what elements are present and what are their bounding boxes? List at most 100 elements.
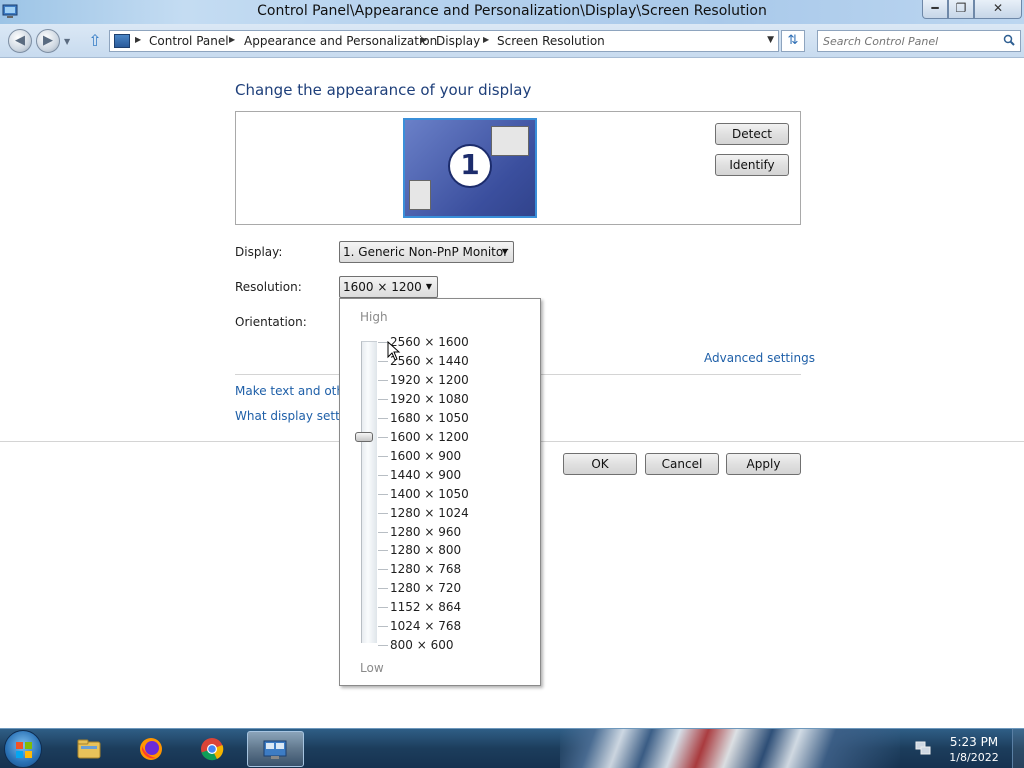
resolution-dropdown[interactable]: 1600 × 1200 ▼: [339, 276, 438, 298]
address-dropdown-icon[interactable]: ▼: [767, 35, 774, 45]
network-icon[interactable]: [914, 739, 932, 757]
monitor-preview-panel: 1 Detect Identify: [235, 111, 801, 225]
display-settings-icon: [263, 740, 287, 759]
search-icon[interactable]: [1003, 34, 1015, 46]
title-bar: Control Panel\Appearance and Personaliza…: [0, 0, 1024, 24]
apply-button[interactable]: Apply: [726, 453, 801, 475]
resolution-option[interactable]: 1920 × 1200: [390, 373, 469, 387]
ok-button[interactable]: OK: [563, 453, 637, 475]
resolution-tick: [378, 532, 388, 533]
resolution-option[interactable]: 1680 × 1050: [390, 411, 469, 425]
restore-button[interactable]: ❐: [948, 0, 974, 19]
resolution-option[interactable]: 800 × 600: [390, 638, 454, 652]
up-arrow-icon: ⇧: [88, 31, 102, 50]
resolution-tick: [378, 645, 388, 646]
resolution-tick: [378, 437, 388, 438]
refresh-button[interactable]: ⇅: [781, 30, 805, 52]
forward-arrow-icon: ▶: [43, 33, 53, 48]
show-desktop-button[interactable]: [1012, 729, 1024, 768]
resolution-option[interactable]: 1400 × 1050: [390, 487, 469, 501]
monitor-window-icon: [409, 180, 431, 210]
restore-icon: ❐: [955, 1, 967, 15]
window-title: Control Panel\Appearance and Personaliza…: [257, 3, 767, 19]
close-button[interactable]: ✕: [974, 0, 1022, 19]
clock-time[interactable]: 5:23 PM: [944, 735, 1004, 749]
breadcrumb-display[interactable]: Display: [436, 34, 480, 48]
page-title: Change the appearance of your display: [235, 81, 532, 99]
resolution-option[interactable]: 1280 × 1024: [390, 506, 469, 520]
back-button[interactable]: ◀: [8, 29, 32, 53]
mouse-cursor-icon: [387, 341, 401, 361]
resolution-slider-thumb[interactable]: [355, 432, 373, 442]
resolution-slider-popup: High 2560 × 1600 2560 × 1440 1920 × 1200 19…: [339, 298, 541, 686]
refresh-icon: ⇅: [787, 33, 799, 48]
minimize-button[interactable]: ━: [922, 0, 948, 19]
resolution-label: Resolution:: [235, 280, 302, 294]
taskbar: 5:23 PM 1/8/2022: [0, 728, 1024, 768]
low-label: Low: [360, 661, 384, 675]
resolution-tick: [378, 569, 388, 570]
resolution-option[interactable]: 1280 × 720: [390, 581, 461, 595]
start-button[interactable]: [4, 730, 42, 768]
monitor-1-tile[interactable]: 1: [403, 118, 537, 218]
resolution-option[interactable]: 1600 × 900: [390, 449, 461, 463]
resolution-tick: [378, 550, 388, 551]
orientation-label: Orientation:: [235, 315, 307, 329]
display-dropdown[interactable]: 1. Generic Non-PnP Monitor ▼: [339, 241, 514, 263]
resolution-option[interactable]: 1600 × 1200: [390, 430, 469, 444]
identify-button[interactable]: Identify: [715, 154, 789, 176]
recent-pages-dropdown[interactable]: ▼: [64, 37, 70, 46]
breadcrumb-appearance[interactable]: Appearance and Personalization: [244, 34, 437, 48]
resolution-value: 1600 × 1200: [343, 280, 422, 294]
breadcrumb-arrow-icon[interactable]: ▶: [421, 35, 427, 44]
resolution-option[interactable]: 2560 × 1440: [390, 354, 469, 368]
breadcrumb-arrow-icon[interactable]: ▶: [135, 35, 141, 44]
resolution-option[interactable]: 1152 × 864: [390, 600, 461, 614]
chrome-icon: [201, 738, 224, 761]
up-level-button[interactable]: ⇧: [86, 32, 104, 50]
close-icon: ✕: [992, 1, 1004, 15]
resolution-tick: [378, 418, 388, 419]
resolution-tick: [378, 456, 388, 457]
control-panel-icon: [114, 34, 130, 48]
resolution-option[interactable]: 1280 × 800: [390, 543, 461, 557]
resolution-option[interactable]: 1440 × 900: [390, 468, 461, 482]
windows-logo-icon: [16, 742, 32, 758]
windows-explorer-icon: [77, 739, 101, 759]
taskbar-display-settings-button[interactable]: [247, 731, 304, 767]
breadcrumb-screen-resolution[interactable]: Screen Resolution: [497, 34, 605, 48]
breadcrumb-arrow-icon[interactable]: ▶: [229, 35, 235, 44]
resolution-tick: [378, 513, 388, 514]
search-input[interactable]: [823, 33, 993, 49]
advanced-settings-link[interactable]: Advanced settings: [704, 351, 815, 365]
resolution-tick: [378, 494, 388, 495]
clock-date[interactable]: 1/8/2022: [944, 751, 1004, 764]
resolution-tick: [378, 475, 388, 476]
firefox-icon: [140, 738, 162, 760]
monitor-window-icon: [491, 126, 529, 156]
navigation-bar: ◀ ▶ ▼ ⇧ ▶ Control Panel ▶ Appearance and…: [0, 24, 1024, 58]
breadcrumb-control-panel[interactable]: Control Panel: [149, 34, 229, 48]
taskbar-firefox-button[interactable]: [124, 731, 178, 767]
resolution-option[interactable]: 1024 × 768: [390, 619, 461, 633]
breadcrumb-arrow-icon[interactable]: ▶: [483, 35, 489, 44]
taskbar-explorer-button[interactable]: [62, 731, 116, 767]
resolution-option[interactable]: 1280 × 960: [390, 525, 461, 539]
search-box[interactable]: [817, 30, 1021, 52]
monitor-number-badge: 1: [448, 144, 492, 188]
resolution-option[interactable]: 1280 × 768: [390, 562, 461, 576]
resolution-option[interactable]: 2560 × 1600: [390, 335, 469, 349]
back-arrow-icon: ◀: [15, 33, 25, 48]
display-label: Display:: [235, 245, 283, 259]
resolution-tick: [378, 626, 388, 627]
resolution-slider-track[interactable]: [361, 341, 377, 643]
minimize-icon: ━: [931, 1, 939, 15]
resolution-option[interactable]: 1920 × 1080: [390, 392, 469, 406]
taskbar-chrome-button[interactable]: [185, 731, 239, 767]
resolution-tick: [378, 361, 388, 362]
detect-button[interactable]: Detect: [715, 123, 789, 145]
resolution-tick: [378, 380, 388, 381]
address-bar[interactable]: ▶ Control Panel ▶ Appearance and Persona…: [109, 30, 779, 52]
cancel-button[interactable]: Cancel: [645, 453, 719, 475]
forward-button[interactable]: ▶: [36, 29, 60, 53]
